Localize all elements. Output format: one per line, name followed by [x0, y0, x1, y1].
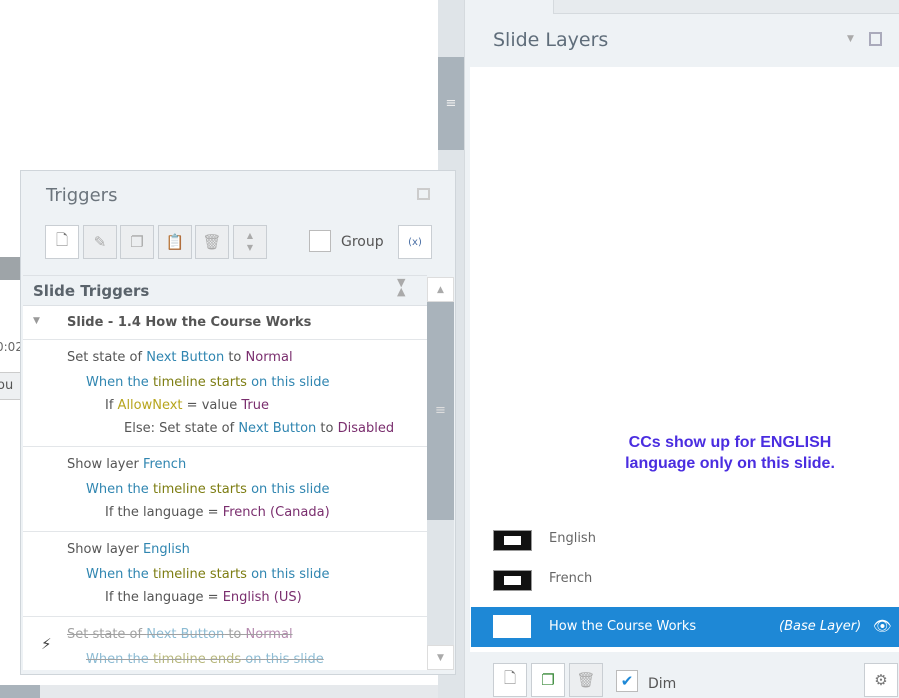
copy-button[interactable]: ❐	[120, 225, 154, 259]
duplicate-layer-button[interactable]: ❐	[531, 663, 565, 697]
layer-item[interactable]: English	[470, 524, 899, 564]
layer-thumbnail	[493, 530, 532, 551]
trigger-else: Else: Set state of Next Button to Disabl…	[124, 421, 395, 436]
layer-name: English	[549, 531, 596, 546]
scrollbar-thumb[interactable]: ≡	[438, 57, 464, 150]
trigger-condition: If the language = French (Canada)	[105, 505, 330, 520]
trigger-item[interactable]: Show layer English When the timeline sta…	[23, 532, 427, 617]
base-layer-item[interactable]: How the Course Works (Base Layer) 👁	[471, 607, 899, 647]
disabled-trigger-icon: ⚡	[41, 635, 52, 653]
group-label: Group	[341, 234, 384, 250]
trigger-when: When the timeline ends on this slide	[86, 652, 324, 667]
trigger-action: Show layer English	[67, 542, 190, 557]
delete-layer-button[interactable]: 🗑	[569, 663, 603, 697]
paste-button[interactable]: 📋	[158, 225, 192, 259]
trigger-list: ▼ Slide - 1.4 How the Course Works Set s…	[23, 306, 457, 670]
panel-title: Triggers	[46, 185, 118, 206]
triggers-panel: Triggers 🗋 ✎ ❐ 📋 🗑 ▲ ▼ Group (x) Slide Tr…	[20, 170, 456, 675]
trigger-when: When the timeline starts on this slide	[86, 482, 330, 497]
top-tabs	[553, 0, 899, 14]
layer-thumbnail	[493, 615, 531, 638]
bottom-scrollbar[interactable]	[0, 685, 440, 698]
slide-group-header[interactable]: ▼ Slide - 1.4 How the Course Works	[23, 306, 427, 340]
trigger-item[interactable]: Set state of Next Button to Normal When …	[23, 340, 427, 447]
edit-trigger-button[interactable]: ✎	[83, 225, 117, 259]
dim-label: Dim	[648, 676, 677, 692]
trigger-when: When the timeline starts on this slide	[86, 567, 330, 582]
scroll-up-button[interactable]: ▲	[427, 277, 454, 302]
trigger-action: Set state of Next Button to Normal	[67, 350, 293, 365]
base-layer-tag: (Base Layer)	[779, 619, 862, 634]
float-panel-icon[interactable]	[417, 188, 430, 200]
delete-button[interactable]: 🗑	[195, 225, 229, 259]
gear-icon[interactable]: ⚙	[864, 663, 898, 697]
new-layer-button[interactable]: 🗋	[493, 663, 527, 697]
layer-item[interactable]: French	[470, 564, 899, 604]
expand-icon[interactable]: ▼	[33, 316, 40, 326]
slide-layers-panel: Slide Layers ▼ CCs show up for ENGLISH l…	[464, 0, 899, 698]
move-up-down-button[interactable]: ▲ ▼	[233, 225, 267, 259]
note-text: CCs show up for ENGLISH language only on…	[625, 434, 835, 472]
layer-name: How the Course Works	[549, 619, 697, 634]
trigger-condition: If AllowNext = value True	[105, 398, 269, 413]
trigger-action: Set state of Next Button to Normal	[67, 627, 293, 642]
layer-name: French	[549, 571, 593, 586]
timeline-bar	[0, 257, 22, 280]
panel-title: Slide Layers	[493, 29, 609, 51]
trigger-item-disabled[interactable]: ⚡ Set state of Next Button to Normal Whe…	[23, 617, 427, 670]
group-title: Slide - 1.4 How the Course Works	[67, 315, 312, 330]
trigger-action: Show layer French	[67, 457, 187, 472]
collapse-all-icon[interactable]: ▼ ▲	[397, 277, 405, 297]
layer-thumbnail	[493, 570, 532, 591]
variables-button[interactable]: (x)	[398, 225, 432, 259]
dim-checkbox[interactable]: ✔	[616, 670, 638, 692]
layers-content: CCs show up for ENGLISH language only on…	[470, 67, 899, 652]
new-trigger-button[interactable]: 🗋	[45, 225, 79, 259]
section-title: Slide Triggers	[33, 282, 150, 300]
trigger-item[interactable]: Show layer French When the timeline star…	[23, 447, 427, 532]
section-header: Slide Triggers ▼ ▲	[23, 275, 427, 306]
trigger-when: When the timeline starts on this slide	[86, 375, 330, 390]
float-panel-icon[interactable]	[869, 32, 882, 46]
group-checkbox[interactable]	[309, 230, 331, 252]
dropdown-icon[interactable]: ▼	[847, 34, 854, 44]
timeline-label: ou	[0, 378, 14, 393]
eye-icon[interactable]: 👁	[873, 617, 892, 635]
trigger-condition: If the language = English (US)	[105, 590, 302, 605]
